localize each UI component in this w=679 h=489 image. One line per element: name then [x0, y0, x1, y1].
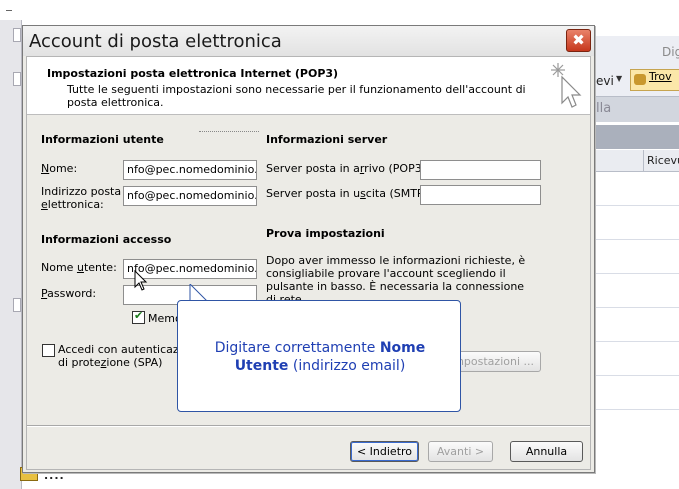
find-button[interactable]: Trov [630, 69, 679, 91]
email-label: Indirizzo posta elettronica: [41, 185, 122, 211]
section-divider [199, 131, 259, 132]
user-info-section-title: Informazioni utente [41, 133, 164, 146]
header-title: Impostazioni posta elettronica Internet … [47, 67, 339, 80]
server-info-section-title: Informazioni server [266, 133, 388, 146]
next-button[interactable]: Avanti > [428, 441, 493, 462]
name-input[interactable]: nfo@pec.nomedominio. [123, 160, 257, 180]
callout-text: Digitare correttamente Nome Utente (indi… [214, 340, 426, 374]
incoming-server-input[interactable] [420, 160, 541, 180]
column-separator [643, 150, 644, 172]
back-button[interactable]: < Indietro [350, 441, 419, 462]
close-icon: ✖ [572, 31, 585, 49]
background-message-list [594, 172, 679, 472]
test-settings-section-title: Prova impostazioni [266, 227, 385, 240]
password-label: Password: [41, 287, 97, 300]
email-input[interactable]: nfo@pec.nomedominio. [123, 186, 257, 206]
background-left-bar [0, 20, 22, 489]
outgoing-server-input[interactable] [420, 185, 541, 205]
username-label: Nome utente: [41, 261, 117, 274]
name-label: Nome: [41, 162, 78, 175]
mouse-pointer-icon [134, 270, 148, 291]
outgoing-server-label: Server posta in uscita (SMTP): [266, 187, 432, 200]
dialog-title: Account di posta elettronica [29, 31, 282, 52]
chevron-down-icon[interactable]: ▼ [616, 74, 622, 83]
spa-checkbox[interactable] [42, 344, 55, 357]
test-settings-description: Dopo aver immesso le informazioni richie… [266, 254, 526, 306]
remember-password-checkbox[interactable] [132, 309, 145, 324]
dialog-header: Impostazioni posta elettronica Internet … [27, 57, 590, 115]
dialog-titlebar[interactable]: Account di posta elettronica ✖ [23, 26, 594, 56]
close-button[interactable]: ✖ [566, 29, 591, 52]
binoculars-icon [634, 74, 646, 85]
find-button-label: Trov [649, 70, 672, 83]
background-search-hint: Digi [662, 45, 679, 59]
background-header-text: lla [596, 101, 612, 116]
background-top-bar [0, 0, 679, 20]
cancel-button[interactable]: Annulla [510, 441, 583, 462]
header-description: Tutte le seguenti impostazioni sono nece… [67, 83, 526, 109]
tutorial-callout: Digitare correttamente Nome Utente (indi… [177, 300, 461, 412]
background-pane-header [594, 125, 679, 149]
footer-separator [27, 425, 590, 427]
access-info-section-title: Informazioni accesso [41, 233, 172, 246]
test-settings-button[interactable]: mpostazioni ... [448, 351, 541, 372]
cursor-sparkle-icon [551, 63, 582, 108]
column-header-received[interactable]: Ricevu [647, 154, 679, 167]
incoming-server-label: Server posta in arrivo (POP3): [266, 162, 430, 175]
